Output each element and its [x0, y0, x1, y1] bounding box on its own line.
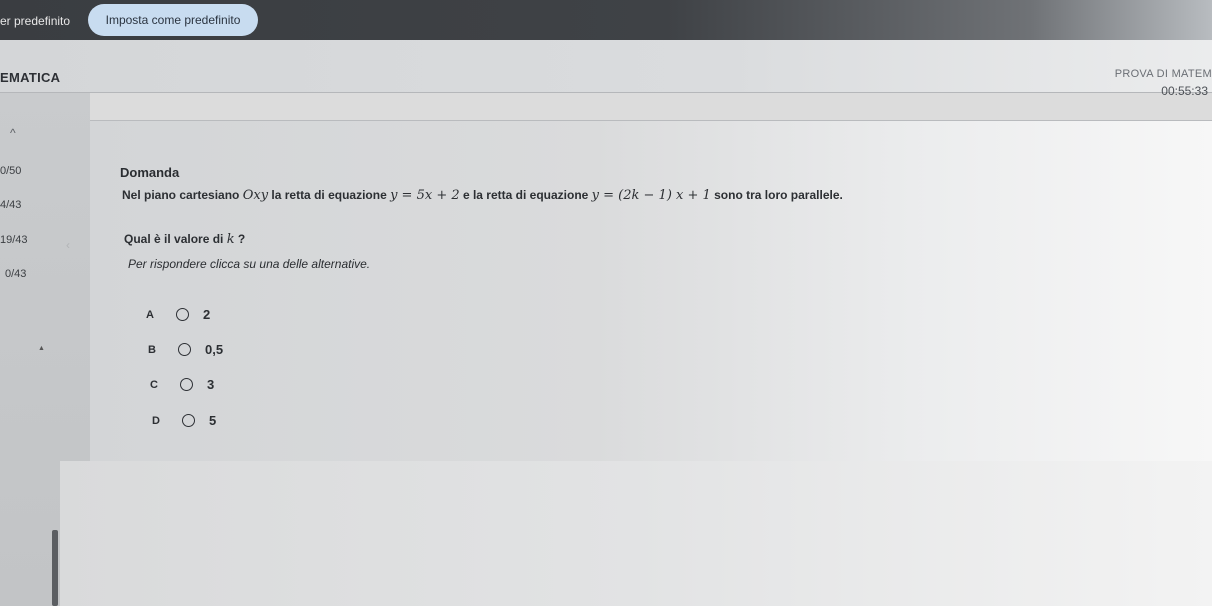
radio-button[interactable]: [178, 343, 191, 356]
option-value: 5: [209, 413, 217, 428]
chevron-left-icon[interactable]: ‹: [66, 238, 70, 252]
exam-header: PROVA DI MATEM 00:55:33: [0, 40, 1212, 98]
timer: 00:55:33: [1161, 84, 1208, 98]
question-text-part: e la retta di equazione: [459, 188, 592, 202]
question-text-part: Nel piano cartesiano: [122, 188, 243, 202]
option-letter: A: [146, 308, 154, 321]
scrollbar[interactable]: [52, 530, 58, 606]
question-text-part: sono tra loro parallele.: [710, 188, 843, 202]
triangle-up-icon[interactable]: ▲: [38, 345, 45, 352]
math-expression: y = (2k − 1) x + 1: [591, 188, 711, 203]
subject-title: EMATICA: [0, 70, 61, 85]
option-value: 2: [203, 307, 211, 322]
option-letter: B: [148, 343, 156, 356]
sidebar-score[interactable]: 0/50: [0, 165, 21, 177]
question-text: Nel piano cartesiano Oxy la retta di equ…: [122, 188, 843, 203]
question-text-part: Qual è il valore di: [124, 232, 227, 246]
top-bar: er predefinito Imposta come predefinito: [0, 0, 1212, 40]
math-expression: k: [226, 232, 235, 247]
question-panel: [90, 120, 1212, 462]
set-default-link[interactable]: er predefinito: [0, 14, 70, 28]
answer-option-b[interactable]: B 0,5: [148, 342, 223, 357]
math-expression: Oxy: [242, 188, 269, 203]
option-letter: C: [150, 378, 158, 391]
radio-button[interactable]: [180, 378, 193, 391]
sidebar-score[interactable]: 0/43: [5, 268, 26, 280]
exam-name: PROVA DI MATEM: [1114, 68, 1212, 80]
sidebar-score[interactable]: 4/43: [0, 199, 21, 211]
answer-option-d[interactable]: D 5: [152, 413, 216, 428]
answer-option-c[interactable]: C 3: [150, 377, 214, 392]
question-title: Domanda: [120, 165, 180, 180]
option-value: 3: [207, 377, 215, 392]
question-text-part: ?: [234, 232, 246, 246]
question-subtext: Qual è il valore di k ?: [124, 232, 245, 247]
math-expression: y = 5x + 2: [390, 188, 460, 203]
set-default-button[interactable]: Imposta come predefinito: [88, 4, 258, 36]
option-value: 0,5: [205, 342, 224, 357]
answer-hint: Per rispondere clicca su una delle alter…: [128, 257, 371, 271]
option-letter: D: [152, 414, 160, 427]
content-background: [60, 461, 1212, 606]
sidebar-score[interactable]: 19/43: [0, 234, 28, 246]
radio-button[interactable]: [176, 308, 189, 321]
radio-button[interactable]: [182, 414, 195, 427]
chevron-up-icon[interactable]: ^: [10, 126, 16, 140]
question-text-part: la retta di equazione: [268, 188, 391, 202]
answer-option-a[interactable]: A 2: [146, 307, 210, 322]
